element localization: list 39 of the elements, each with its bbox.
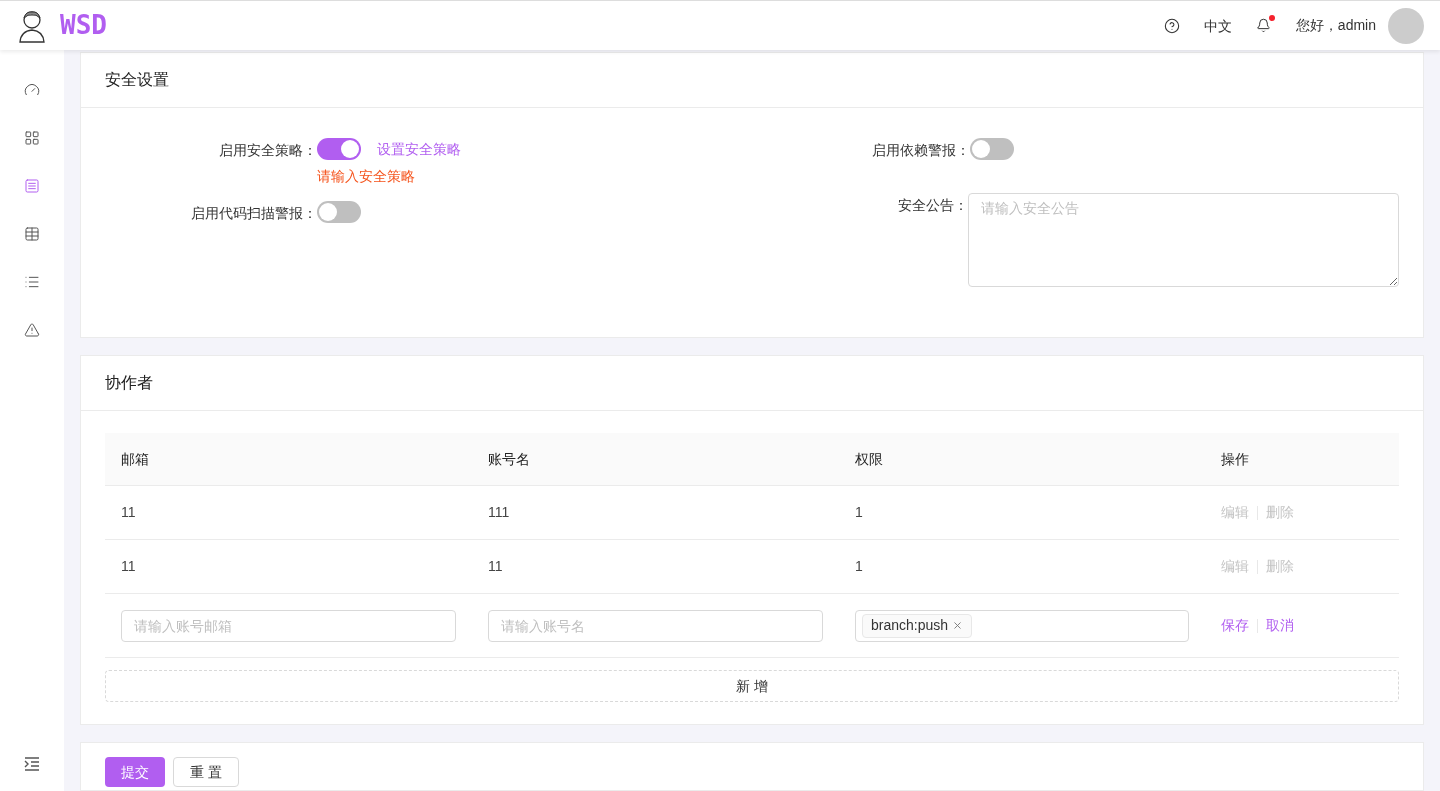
collapse-menu-icon[interactable] [24,757,40,771]
table-cell-text: 11 [487,557,504,576]
field-label: 启用代码扫描警报： [191,204,317,223]
card-title: 协作者 [105,373,153,393]
field-label: 启用安全策略： [219,141,317,160]
column-header: 权限 [854,449,884,469]
row-action-link[interactable]: 取消 [1266,615,1294,636]
toggle-switch[interactable] [317,138,361,160]
remove-tag-icon[interactable] [952,620,964,631]
reset-button[interactable]: 重 置 [173,757,239,787]
error-message: 请输入安全策略 [317,167,416,186]
toggle-switch[interactable] [317,201,361,223]
field-label: 安全公告： [898,196,968,215]
add-row-button[interactable]: 新 增 [105,670,1399,702]
field-label: 启用依赖警报： [872,141,970,160]
email-input[interactable]: 请输入账号邮箱 [121,609,456,642]
logo-text: WSD [60,9,107,42]
language-label: 中文 [1203,16,1232,36]
avatar[interactable] [1388,7,1424,44]
column-header: 操作 [1220,449,1250,469]
policy-link[interactable]: 设置安全策略 [377,138,461,160]
user-greeting: 您好，admin [1295,16,1376,35]
table-cell-text: 1 [854,503,864,522]
table-cell-text: 11 [120,503,137,522]
notification-bell-icon[interactable] [1255,17,1272,34]
table-cell-text: 11 [120,557,137,576]
column-header: 邮箱 [120,449,150,469]
row-action-link[interactable]: 保存 [1221,615,1249,636]
submit-button[interactable]: 提交 [105,757,165,787]
help-icon[interactable] [1163,17,1180,34]
table-cell-text: 111 [487,503,511,522]
account-input[interactable]: 请输入账号名 [488,609,823,642]
person-logo-icon [18,8,46,43]
permission-select[interactable]: branch:push [855,609,1189,642]
column-header: 账号名 [487,449,531,469]
toggle-switch[interactable] [970,138,1014,160]
card-title: 安全设置 [105,70,169,90]
announcement-field[interactable]: 请输入安全公告 [968,193,1399,287]
table-cell-text: 1 [854,557,864,576]
